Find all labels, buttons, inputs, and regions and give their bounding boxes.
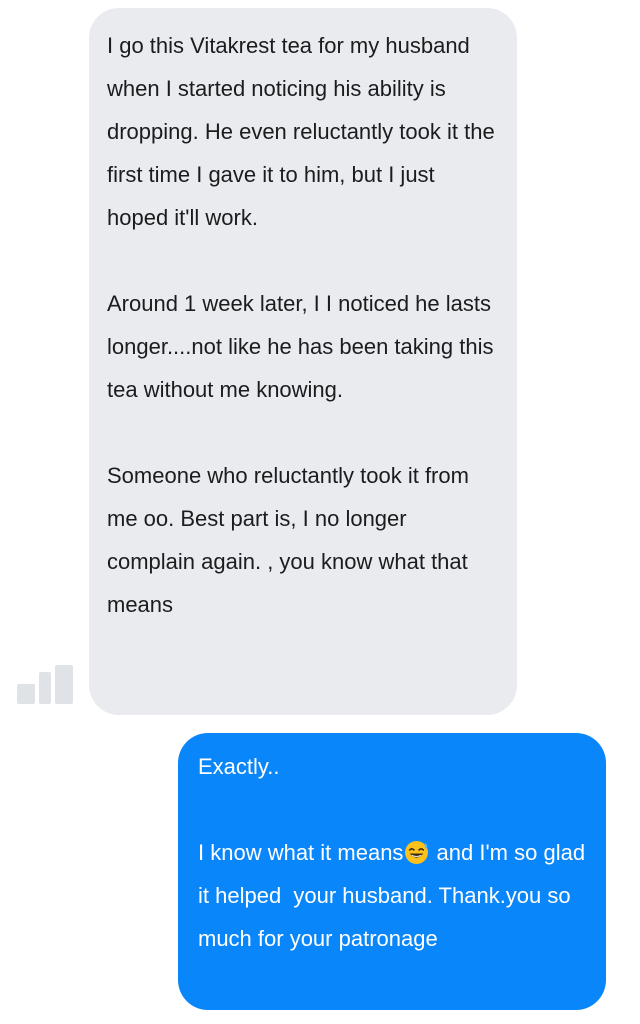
avatar-pixel	[39, 672, 51, 704]
message-paragraph: I go this Vitakrest tea for my husband w…	[107, 33, 501, 230]
message-paragraph: Someone who reluctantly took it from me …	[107, 463, 476, 617]
sender-avatar[interactable]	[17, 665, 75, 705]
incoming-message-bubble[interactable]: I go this Vitakrest tea for my husband w…	[89, 8, 517, 715]
grinning-face-with-sweat-icon	[405, 841, 429, 864]
outgoing-message-bubble[interactable]: Exactly.. I know what it means and I'm s…	[178, 733, 606, 1010]
message-paragraph: Exactly..	[198, 754, 280, 779]
message-paragraph: Around 1 week later, I I noticed he last…	[107, 291, 500, 402]
avatar-pixel	[17, 684, 35, 704]
avatar-pixel	[55, 665, 73, 704]
message-text: I know what it means	[198, 840, 404, 865]
message-thread: I go this Vitakrest tea for my husband w…	[0, 0, 640, 1024]
message-paragraph: I know what it means and I'm so glad it …	[198, 831, 588, 960]
